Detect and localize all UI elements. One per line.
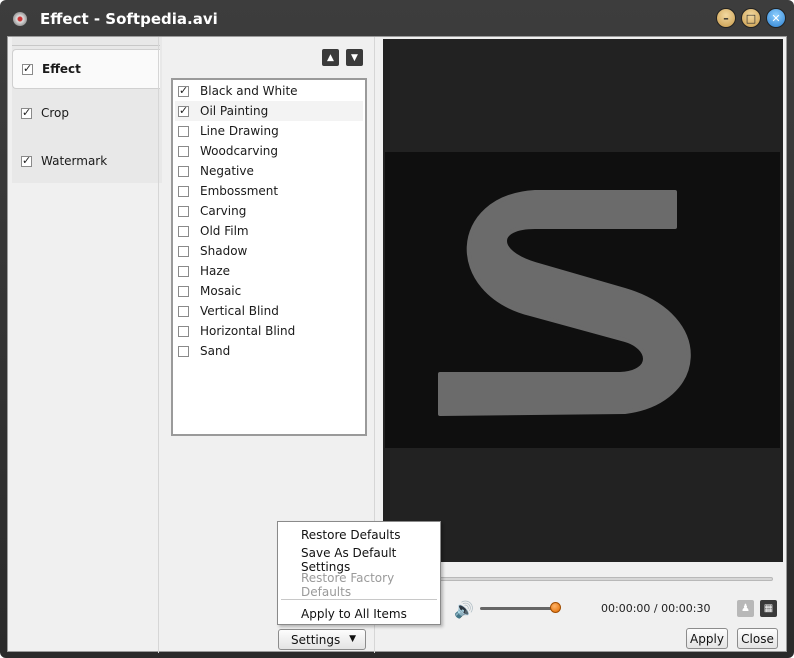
app-window: Effect - Softpedia.avi – □ ✕ Effect Crop…: [0, 0, 794, 658]
volume-slider-handle[interactable]: [550, 602, 561, 613]
window-title: Effect - Softpedia.avi: [40, 10, 218, 28]
effect-checkbox[interactable]: [178, 225, 189, 237]
effect-checkbox[interactable]: [178, 185, 189, 197]
effect-checkbox[interactable]: [178, 345, 189, 357]
effect-label: Shadow: [200, 244, 248, 258]
effect-label: Oil Painting: [200, 104, 269, 118]
effect-label: Black and White: [200, 84, 298, 98]
effect-label: Vertical Blind: [200, 304, 279, 318]
list-item[interactable]: Black and White: [175, 81, 363, 101]
settings-menu: Restore Defaults Save As Default Setting…: [277, 521, 441, 625]
list-item[interactable]: Carving: [175, 201, 363, 221]
maximize-button[interactable]: □: [741, 8, 761, 28]
list-item[interactable]: Haze: [175, 261, 363, 281]
nav-item-watermark[interactable]: Watermark: [12, 141, 160, 181]
effect-checkbox[interactable]: [178, 104, 189, 117]
nav-item-crop[interactable]: Crop: [12, 93, 160, 133]
effect-label: Haze: [200, 264, 231, 278]
nav-item-label: Watermark: [41, 154, 108, 168]
effect-label: Sand: [200, 344, 231, 358]
list-item[interactable]: Line Drawing: [175, 121, 363, 141]
effect-label: Woodcarving: [200, 144, 279, 158]
effect-checkbox[interactable]: [178, 245, 189, 257]
effect-label: Embossment: [200, 184, 279, 198]
apply-button[interactable]: Apply: [686, 628, 728, 649]
effect-label: Carving: [200, 204, 247, 218]
volume-slider[interactable]: [480, 607, 556, 610]
title-bar[interactable]: Effect - Softpedia.avi – □ ✕: [0, 0, 794, 36]
nav-divider: [12, 45, 160, 46]
effect-checkbox[interactable]: [178, 145, 189, 157]
effect-label: Mosaic: [200, 284, 242, 298]
menu-item-restore-defaults[interactable]: Restore Defaults: [278, 524, 440, 546]
effect-label: Old Film: [200, 224, 249, 238]
move-up-button[interactable]: ▲: [322, 49, 339, 66]
app-disc-icon: [13, 12, 27, 26]
menu-separator: [281, 599, 437, 600]
nav-crop-checkbox[interactable]: [21, 106, 32, 119]
menu-item-save-default-settings[interactable]: Save As Default Settings: [278, 546, 440, 574]
list-item[interactable]: Sand: [175, 341, 363, 361]
list-item[interactable]: Vertical Blind: [175, 301, 363, 321]
effect-label: Line Drawing: [200, 124, 279, 138]
open-folder-icon[interactable]: ▦: [760, 600, 777, 617]
dialog-body: Effect Crop Watermark ▲ ▼ Black and Whit…: [7, 36, 787, 653]
nav-item-effect[interactable]: Effect: [12, 49, 160, 89]
nav-watermark-checkbox[interactable]: [21, 154, 32, 167]
list-item[interactable]: Shadow: [175, 241, 363, 261]
close-button[interactable]: Close: [737, 628, 778, 649]
effect-checkbox[interactable]: [178, 205, 189, 217]
seek-bar[interactable]: [383, 577, 773, 581]
list-item[interactable]: Oil Painting: [175, 101, 363, 121]
list-item[interactable]: Old Film: [175, 221, 363, 241]
list-item[interactable]: Mosaic: [175, 281, 363, 301]
nav-separator: [158, 37, 159, 653]
nav-item-label: Crop: [41, 106, 70, 120]
effect-checkbox[interactable]: [178, 165, 189, 177]
effect-checkbox[interactable]: [178, 125, 189, 137]
settings-button[interactable]: Settings ▼: [278, 629, 366, 650]
list-item[interactable]: Embossment: [175, 181, 363, 201]
list-item[interactable]: Woodcarving: [175, 141, 363, 161]
effect-label: Negative: [200, 164, 254, 178]
snapshot-icon[interactable]: ♟: [737, 600, 754, 617]
effect-checkbox[interactable]: [178, 285, 189, 297]
menu-item-apply-all[interactable]: Apply to All Items: [278, 603, 440, 625]
volume-icon[interactable]: 🔊: [454, 600, 474, 619]
move-down-button[interactable]: ▼: [346, 49, 363, 66]
close-window-button[interactable]: ✕: [766, 8, 786, 28]
effect-checkbox[interactable]: [178, 305, 189, 317]
effect-checkbox[interactable]: [178, 84, 189, 97]
video-preview: [383, 39, 783, 562]
list-item[interactable]: Negative: [175, 161, 363, 181]
minimize-button[interactable]: –: [716, 8, 736, 28]
settings-label: Settings: [291, 632, 341, 647]
chevron-down-icon: ▼: [349, 634, 356, 644]
effect-checkbox[interactable]: [178, 265, 189, 277]
softpedia-s-image: [438, 190, 691, 416]
time-display: 00:00:00 / 00:00:30: [601, 602, 711, 615]
menu-item-restore-factory-defaults: Restore Factory Defaults: [301, 571, 395, 599]
nav-effect-checkbox[interactable]: [22, 62, 33, 75]
nav-item-label: Effect: [42, 62, 81, 76]
effects-list[interactable]: Black and White Oil Painting Line Drawin…: [171, 78, 367, 436]
preview-frame: [385, 152, 780, 448]
list-item[interactable]: Horizontal Blind: [175, 321, 363, 341]
effect-checkbox[interactable]: [178, 325, 189, 337]
effect-label: Horizontal Blind: [200, 324, 296, 338]
